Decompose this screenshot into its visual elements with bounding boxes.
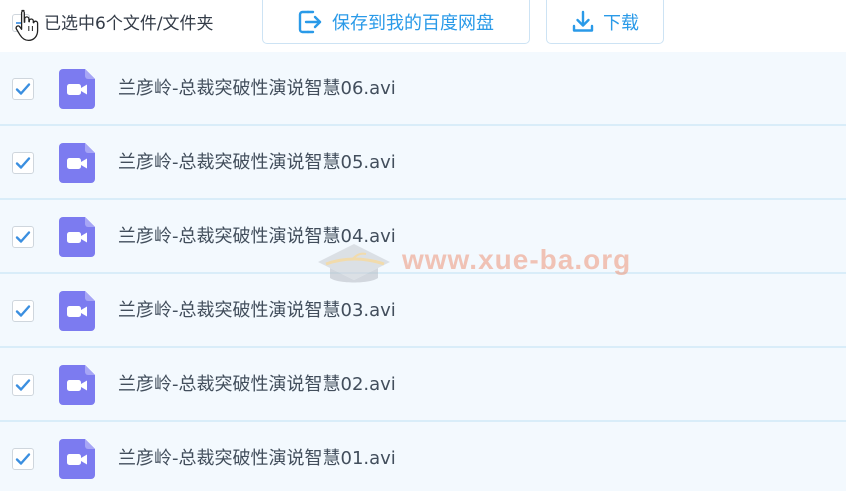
checkmark-icon [15,231,31,243]
file-checkbox[interactable] [12,226,34,248]
save-to-cloud-icon [298,10,322,33]
checkmark-icon [15,379,31,391]
video-file-icon [59,439,95,479]
file-checkbox[interactable] [12,78,34,100]
file-name[interactable]: 兰彦岭-总裁突破性演说智慧01.avi [118,446,396,472]
hand-pointer-icon [15,9,39,42]
selection-status-text: 已选中6个文件/文件夹 [44,14,214,34]
file-name[interactable]: 兰彦岭-总裁突破性演说智慧06.avi [118,76,396,102]
file-name[interactable]: 兰彦岭-总裁突破性演说智慧05.avi [118,150,396,176]
file-list: 兰彦岭-总裁突破性演说智慧06.avi 兰彦岭-总裁突破性演说智慧05.avi [0,52,846,491]
video-file-icon [59,365,95,405]
file-row[interactable]: 兰彦岭-总裁突破性演说智慧02.avi [0,348,846,422]
file-checkbox[interactable] [12,374,34,396]
file-checkbox[interactable] [12,448,34,470]
video-file-icon [59,217,95,257]
save-button-label: 保存到我的百度网盘 [332,12,494,34]
file-name[interactable]: 兰彦岭-总裁突破性演说智慧04.avi [118,224,396,250]
file-name[interactable]: 兰彦岭-总裁突破性演说智慧03.avi [118,298,396,324]
checkmark-icon [15,453,31,465]
video-file-icon [59,291,95,331]
video-file-icon [59,69,95,109]
download-icon [572,10,594,32]
video-file-icon [59,143,95,183]
file-row[interactable]: 兰彦岭-总裁突破性演说智慧01.avi [0,422,846,491]
save-to-netdisk-button[interactable]: 保存到我的百度网盘 [262,0,530,44]
checkmark-icon [15,157,31,169]
file-row[interactable]: 兰彦岭-总裁突破性演说智慧05.avi [0,126,846,200]
checkmark-icon [15,305,31,317]
file-row[interactable]: 兰彦岭-总裁突破性演说智慧04.avi [0,200,846,274]
toolbar: 已选中6个文件/文件夹 保存到我的百度网盘 下载 [0,0,846,52]
download-button[interactable]: 下载 [546,0,664,44]
file-checkbox[interactable] [12,300,34,322]
file-row[interactable]: 兰彦岭-总裁突破性演说智慧03.avi [0,274,846,348]
share-page: 已选中6个文件/文件夹 保存到我的百度网盘 下载 兰彦岭-总裁突破性演说智慧06… [0,0,846,491]
checkmark-icon [15,83,31,95]
file-row[interactable]: 兰彦岭-总裁突破性演说智慧06.avi [0,52,846,126]
file-checkbox[interactable] [12,152,34,174]
download-button-label: 下载 [603,12,639,34]
file-name[interactable]: 兰彦岭-总裁突破性演说智慧02.avi [118,372,396,398]
